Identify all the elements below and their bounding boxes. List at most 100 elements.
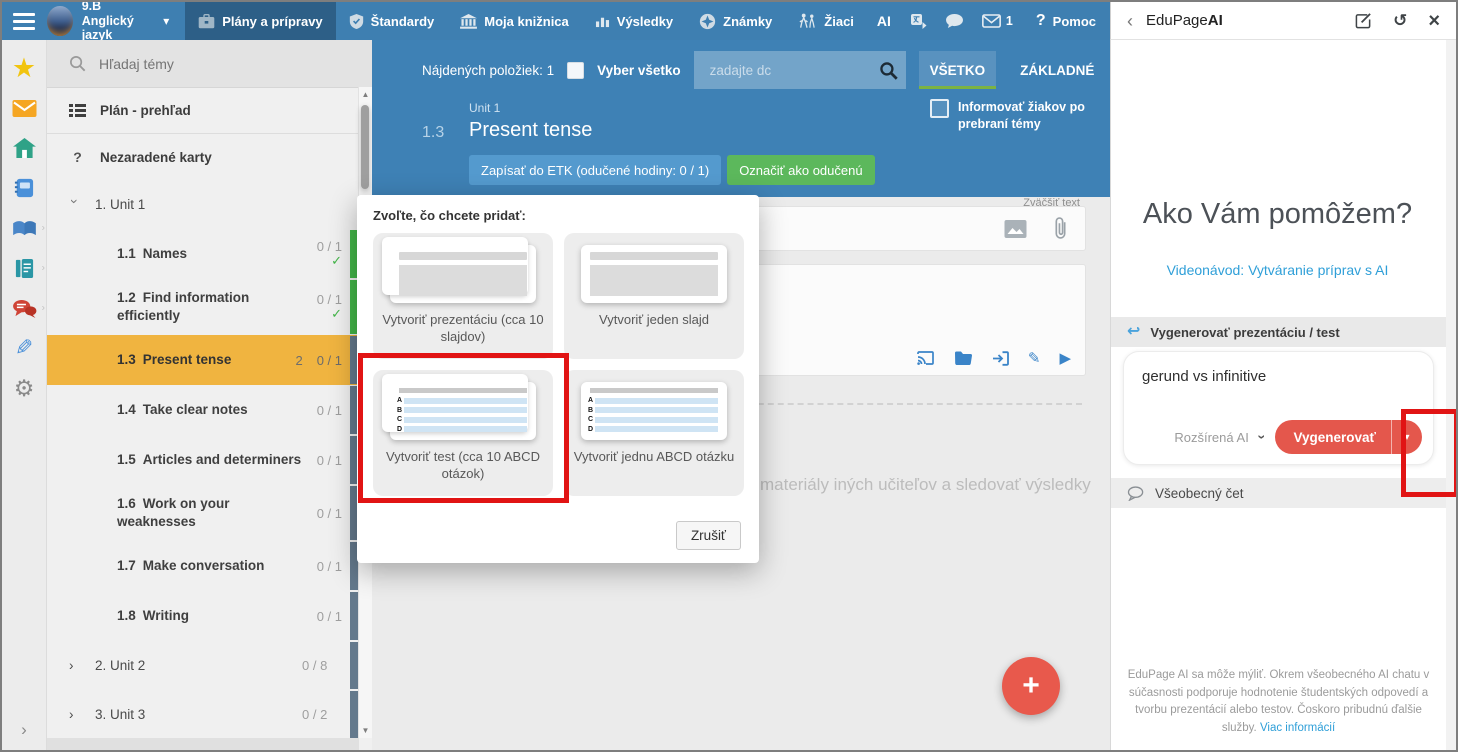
ai-menu-button[interactable]: AI — [867, 2, 901, 40]
tree-horizontal-scrollbar[interactable] — [47, 738, 359, 750]
select-all-checkbox[interactable] — [567, 62, 584, 79]
tree-unit-2[interactable]: › 2. Unit 2 0 / 8 — [47, 641, 372, 690]
option-create-presentation[interactable]: Vytvoriť prezentáciu (cca 10 slajdov) — [373, 233, 553, 359]
chevron-down-icon: › — [67, 199, 83, 211]
option-create-single-question[interactable]: A B C D Vytvoriť jednu ABCD otázku — [564, 370, 744, 496]
paperclip-icon[interactable] — [1054, 217, 1067, 240]
tree-item-1-6[interactable]: 1.6Work on your weaknesses 0 / 1 — [47, 485, 372, 541]
home-rail-button[interactable] — [2, 128, 46, 168]
generate-dropdown-button[interactable]: ▾ — [1392, 432, 1422, 443]
rail-expand-button[interactable]: › — [21, 720, 27, 740]
item-count: 0 / 1 — [317, 292, 342, 307]
brand-bold: AI — [1208, 12, 1223, 29]
filter-tab-all[interactable]: VŠETKO — [919, 51, 997, 89]
inform-students-checkbox[interactable] — [930, 99, 949, 118]
folder-icon[interactable] — [954, 351, 973, 366]
generate-button-group: Vygenerovať ▾ — [1275, 420, 1422, 454]
tab-plans-preparations[interactable]: Plány a prípravy — [185, 2, 335, 40]
hamburger-menu-button[interactable] — [2, 2, 45, 40]
add-card-fab[interactable]: + — [1002, 657, 1060, 715]
model-caret-icon[interactable]: › — [1254, 435, 1270, 440]
rail-expand-hint: › — [42, 303, 45, 314]
cancel-button[interactable]: Zrušiť — [676, 521, 741, 550]
scroll-up-icon[interactable]: ▲ — [359, 90, 372, 99]
grades-icon — [699, 13, 716, 30]
history-icon[interactable]: ↺ — [1393, 12, 1407, 29]
class-selector[interactable]: 9.B Anglický jazyk ▾ — [45, 2, 185, 40]
play-icon[interactable]: ▶ — [1059, 351, 1071, 366]
abcd-letter: D — [588, 426, 595, 433]
generate-section-header[interactable]: ↩ Vygenerovať prezentáciu / test — [1111, 317, 1446, 347]
help-button[interactable]: ? Pomoc — [1022, 12, 1110, 30]
assign-icon[interactable] — [992, 351, 1009, 366]
tree-item-1-3-selected[interactable]: 1.3Present tense 20 / 1 — [47, 335, 372, 385]
topic-number: 1.3 — [422, 124, 444, 142]
tree-item-1-7[interactable]: 1.7Make conversation 0 / 1 — [47, 541, 372, 591]
topic-search-bar — [47, 40, 372, 88]
topics-tree-panel: Plán - prehľad ? Nezaradené karty › 1. U… — [47, 40, 372, 750]
star-icon: ★ — [12, 53, 36, 84]
close-panel-icon[interactable]: × — [1428, 11, 1440, 31]
tab-my-library[interactable]: Moja knižnica — [447, 2, 582, 40]
scrollbar-thumb[interactable] — [361, 105, 369, 189]
tree-item-1-8[interactable]: 1.8Writing 0 / 1 — [47, 591, 372, 641]
prompt-input[interactable]: gerund vs infinitive — [1124, 352, 1433, 401]
ai-panel-scrollbar[interactable] — [1446, 40, 1456, 750]
add-content-modal: Zvoľte, čo chcete pridať: Vytvoriť preze… — [357, 195, 759, 563]
tab-label: Štandardy — [371, 14, 435, 29]
tree-item-1-5[interactable]: 1.5Articles and determiners 0 / 1 — [47, 435, 372, 485]
more-info-link[interactable]: Viac informácií — [1260, 722, 1335, 734]
envelope-icon — [12, 100, 37, 117]
image-icon[interactable] — [1004, 220, 1027, 238]
favorites-button[interactable]: ★ — [2, 48, 46, 88]
panel-back-icon[interactable]: ‹ — [1127, 12, 1133, 30]
chat-button[interactable] — [936, 2, 973, 40]
notebook-rail-button[interactable] — [2, 168, 46, 208]
mail-rail-button[interactable] — [2, 88, 46, 128]
tab-grades[interactable]: Známky — [686, 2, 785, 40]
messages-button[interactable]: 1 — [973, 2, 1022, 40]
check-icon: ✓ — [331, 254, 342, 268]
write-to-etk-button[interactable]: Zapísať do ETK (odučené hodiny: 0 / 1) — [469, 155, 721, 185]
edit-pencil-icon[interactable]: ✎ — [1028, 351, 1041, 366]
tab-standards[interactable]: Štandardy — [336, 2, 448, 40]
new-chat-icon[interactable] — [1355, 12, 1372, 29]
cast-icon[interactable] — [916, 351, 935, 366]
general-chat-section[interactable]: Všeobecný čet — [1111, 478, 1446, 508]
unit-count: 0 / 8 — [302, 658, 327, 673]
cards-search-input[interactable] — [708, 62, 879, 79]
model-selector[interactable]: Rozšírená AI — [1174, 430, 1248, 445]
tree-unit-3[interactable]: › 3. Unit 3 0 / 2 — [47, 690, 372, 739]
messages-rail-button[interactable]: › — [2, 288, 46, 328]
inform-students-control[interactable]: Informovať žiakov po prebraní témy — [930, 99, 1090, 133]
tab-students[interactable]: Žiaci — [785, 2, 867, 40]
left-icon-rail: ★ › › › ✎ ⚙ › — [2, 40, 47, 750]
topic-search-input[interactable] — [97, 55, 362, 73]
item-count: 0 / 1 — [317, 559, 342, 574]
scroll-down-icon[interactable]: ▼ — [359, 726, 372, 735]
check-icon: ✓ — [331, 307, 342, 321]
option-create-test[interactable]: A B C D Vytvoriť test (cca 10 ABCD otázo… — [373, 370, 553, 496]
presentation-thumbnail — [390, 245, 536, 303]
notes-rail-button[interactable]: ✎ — [2, 328, 46, 368]
inform-students-label: Informovať žiakov po prebraní témy — [958, 99, 1090, 133]
plan-overview-item[interactable]: Plán - prehľad — [47, 88, 372, 134]
tab-results[interactable]: Výsledky — [582, 2, 686, 40]
tree-unit-1[interactable]: › 1. Unit 1 — [47, 180, 372, 229]
video-tutorial-link[interactable]: Videonávod: Vytváranie príprav s AI — [1111, 262, 1444, 278]
settings-rail-button[interactable]: ⚙ — [2, 368, 46, 408]
item-count: 0 / 1 — [317, 239, 342, 254]
generate-button[interactable]: Vygenerovať — [1275, 430, 1391, 445]
option-create-single-slide[interactable]: Vytvoriť jeden slajd — [564, 233, 744, 359]
mark-as-taught-button[interactable]: Označiť ako odučenú — [727, 155, 874, 185]
library-rail-button[interactable]: › — [2, 208, 46, 248]
tree-item-1-2[interactable]: 1.2Find information efficiently 0 / 1✓ — [47, 279, 372, 335]
tree-item-1-1[interactable]: 1.1Names 0 / 1✓ — [47, 229, 372, 279]
unassigned-cards-item[interactable]: ? Nezaradené karty — [47, 134, 372, 180]
tree-item-1-4[interactable]: 1.4Take clear notes 0 / 1 — [47, 385, 372, 435]
filter-tab-basic[interactable]: ZÁKLADNÉ — [1009, 51, 1105, 89]
materials-rail-button[interactable]: › — [2, 248, 46, 288]
found-items-label: Nájdených položiek: 1 — [422, 63, 554, 78]
translate-button[interactable] — [901, 2, 936, 40]
rail-expand-hint: › — [42, 263, 45, 274]
